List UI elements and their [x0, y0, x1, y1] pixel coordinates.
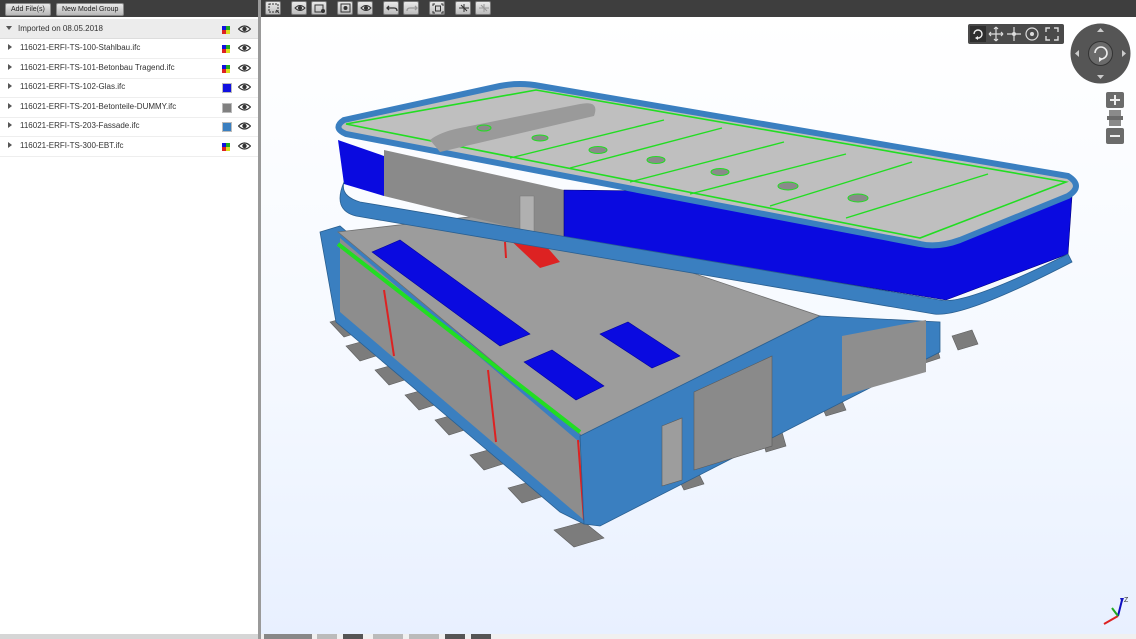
visibility-eye-icon[interactable]	[238, 102, 251, 112]
model-file-label: 116021-ERFI-TS-102-Glas.ifc	[20, 82, 126, 91]
isolate-icon[interactable]	[337, 1, 353, 15]
box-select-icon[interactable]	[265, 1, 281, 15]
model-tree-toolbar: Add File(s) New Model Group	[0, 0, 258, 17]
expand-icon[interactable]	[8, 63, 12, 70]
visibility-eye-icon[interactable]	[238, 82, 251, 92]
color-swatch-icon[interactable]	[222, 102, 232, 113]
visibility-eye-icon[interactable]	[238, 121, 251, 131]
pan-icon[interactable]	[988, 26, 1004, 42]
navigation-toolbar	[968, 24, 1064, 44]
model-file-label: 116021-ERFI-TS-100-Stahlbau.ifc	[20, 43, 141, 52]
visibility-eye-icon[interactable]	[238, 141, 251, 151]
color-swatch-icon[interactable]	[222, 83, 232, 93]
color-swatch-icon[interactable]	[222, 142, 230, 151]
model-file-row[interactable]: 116021-ERFI-TS-300-EBT.ifc	[0, 137, 258, 157]
model-file-row[interactable]: 116021-ERFI-TS-102-Glas.ifc	[0, 78, 258, 98]
cut-plane-icon[interactable]	[455, 1, 471, 15]
cut-plane-off-icon[interactable]	[475, 1, 491, 15]
model-file-row[interactable]: 116021-ERFI-TS-100-Stahlbau.ifc	[0, 39, 258, 59]
axis-triad: Z	[1103, 597, 1129, 625]
look-icon[interactable]	[1024, 26, 1040, 42]
model-group-row[interactable]: Imported on 08.05.2018	[0, 19, 258, 39]
color-swatch-icon[interactable]	[222, 25, 230, 34]
zoom-control[interactable]	[1106, 92, 1124, 146]
model-file-row[interactable]: 116021-ERFI-TS-101-Betonbau Tragend.ifc	[0, 59, 258, 79]
expand-icon[interactable]	[8, 44, 12, 50]
viewer-toolbar	[261, 0, 1136, 17]
model-file-row[interactable]: 116021-ERFI-TS-201-Betonteile-DUMMY.ifc	[0, 98, 258, 118]
new-model-group-button[interactable]: New Model Group	[56, 3, 125, 16]
model-file-label: 116021-ERFI-TS-203-Fassade.ifc	[20, 121, 140, 130]
color-swatch-icon[interactable]	[222, 64, 230, 73]
add-files-button[interactable]: Add File(s)	[5, 3, 51, 16]
fit-view-icon[interactable]	[429, 1, 445, 15]
panel-footer	[0, 634, 258, 639]
visibility-eye-icon[interactable]	[238, 63, 251, 73]
upper-glass-wall-left	[338, 140, 384, 196]
show-all-icon[interactable]	[357, 1, 373, 15]
model-file-label: 116021-ERFI-TS-201-Betonteile-DUMMY.ifc	[20, 101, 177, 111]
visibility-eye-icon[interactable]	[238, 24, 251, 34]
walk-icon[interactable]	[1006, 26, 1022, 42]
svg-text:Z: Z	[1124, 597, 1129, 604]
3d-viewport[interactable]	[261, 17, 1136, 639]
expand-icon[interactable]	[8, 122, 12, 128]
color-swatch-icon[interactable]	[222, 122, 232, 132]
eye-show-icon[interactable]	[291, 1, 307, 15]
collapse-icon[interactable]	[6, 26, 12, 30]
visibility-eye-icon[interactable]	[238, 43, 251, 53]
model-tree-panel: Add File(s) New Model Group Imported on …	[0, 0, 258, 639]
building-model[interactable]	[261, 17, 1136, 639]
expand-icon[interactable]	[8, 141, 12, 148]
eye-hide-icon[interactable]	[311, 1, 327, 15]
expand-icon[interactable]	[8, 83, 12, 89]
expand-icon[interactable]	[8, 102, 12, 109]
redo-icon[interactable]	[403, 1, 419, 15]
fullscreen-icon[interactable]	[1044, 26, 1060, 42]
model-group-label: Imported on 08.05.2018	[18, 24, 103, 33]
color-swatch-icon[interactable]	[222, 44, 230, 53]
orbit-icon[interactable]	[970, 26, 986, 42]
model-file-row[interactable]: 116021-ERFI-TS-203-Fassade.ifc	[0, 117, 258, 137]
status-bar	[261, 634, 1136, 639]
model-file-label: 116021-ERFI-TS-300-EBT.ifc	[20, 140, 124, 150]
navigation-wheel[interactable]	[1070, 23, 1131, 84]
undo-icon[interactable]	[383, 1, 399, 15]
model-file-label: 116021-ERFI-TS-101-Betonbau Tragend.ifc	[20, 62, 175, 72]
